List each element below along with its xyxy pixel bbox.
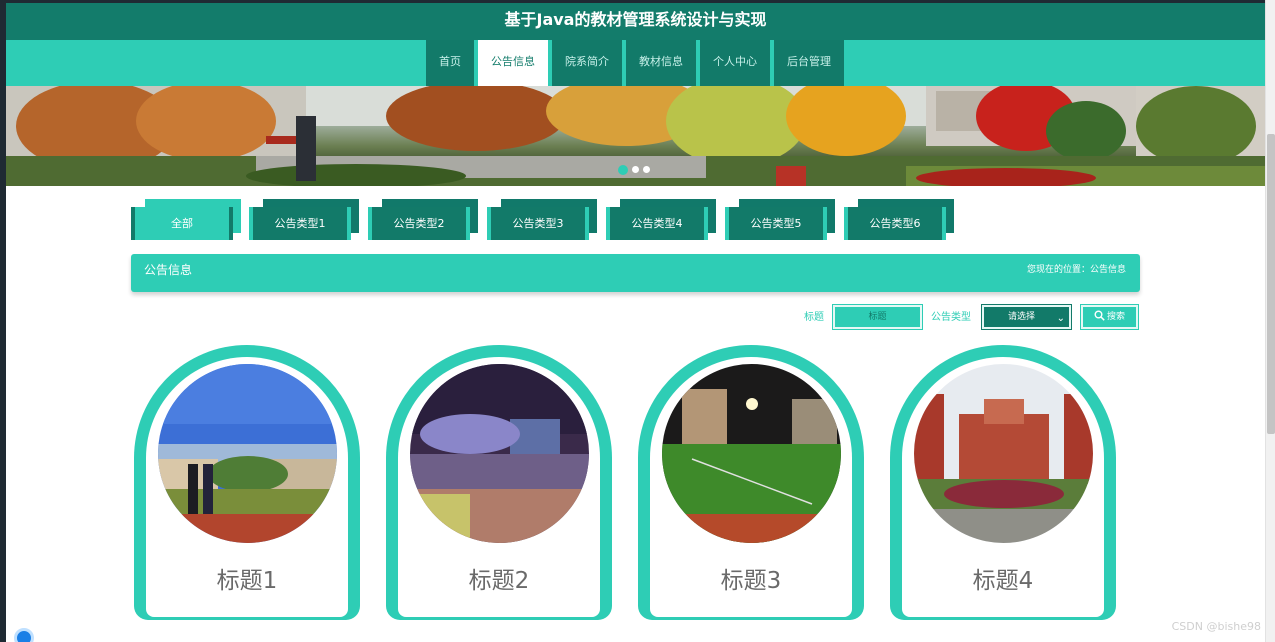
card-title: 标题3 (720, 568, 782, 594)
card-title: 标题2 (468, 568, 530, 594)
search-button[interactable]: 搜索 (1080, 304, 1139, 330)
search-row: 标题 标题 公告类型 请选择 ⌄ 搜索 (0, 304, 1140, 330)
nav-bar: 首页 公告信息 院系简介 教材信息 个人中心 后台管理 (6, 40, 1265, 86)
title-search-input[interactable]: 标题 (832, 304, 923, 330)
nav-item-admin[interactable]: 后台管理 (774, 40, 844, 86)
type-select[interactable]: 请选择 ⌄ (981, 304, 1072, 330)
card-title: 标题4 (972, 568, 1034, 594)
category-tab-type2[interactable]: 公告类型2 (368, 199, 478, 241)
category-tabs: 全部 公告类型1 公告类型2 公告类型3 公告类型4 公告类型5 公告类型6 (131, 199, 991, 244)
scrollbar[interactable] (1265, 0, 1275, 642)
carousel-dot-2[interactable] (632, 166, 639, 173)
carousel-dot-1[interactable] (618, 165, 628, 175)
carousel-dot-3[interactable] (643, 166, 650, 173)
category-tab-label: 公告类型5 (750, 217, 802, 230)
page: 基于Java的教材管理系统设计与实现 首页 公告信息 院系简介 教材信息 个人中… (0, 0, 1275, 642)
scrollbar-thumb[interactable] (1267, 134, 1275, 434)
nav-item-textbooks[interactable]: 教材信息 (626, 40, 696, 86)
card-image (158, 364, 337, 543)
search-button-label: 搜索 (1106, 312, 1125, 322)
section-title-bar: 公告信息 您现在的位置：公告信息 (131, 254, 1140, 292)
category-tab-type6[interactable]: 公告类型6 (844, 199, 954, 241)
card-image (914, 364, 1093, 543)
type-filter-label: 公告类型 (931, 312, 971, 323)
category-tab-label: 全部 (171, 217, 193, 230)
category-tab-type1[interactable]: 公告类型1 (249, 199, 359, 241)
nav-item-announcements[interactable]: 公告信息 (478, 40, 548, 86)
title-filter-label: 标题 (804, 312, 824, 323)
floating-dot-icon[interactable] (14, 628, 34, 642)
category-tab-label: 公告类型6 (869, 217, 921, 230)
category-tab-type4[interactable]: 公告类型4 (606, 199, 716, 241)
card-title: 标题1 (216, 568, 278, 594)
site-title: 基于Java的教材管理系统设计与实现 (504, 10, 767, 29)
main-nav: 首页 公告信息 院系简介 教材信息 个人中心 后台管理 (426, 40, 848, 86)
card-image (662, 364, 841, 543)
category-tab-label: 公告类型3 (512, 217, 564, 230)
chevron-down-icon: ⌄ (1056, 313, 1065, 324)
breadcrumb: 您现在的位置：公告信息 (1026, 265, 1126, 275)
category-tab-label: 公告类型2 (393, 217, 445, 230)
nav-item-profile[interactable]: 个人中心 (700, 40, 770, 86)
banner-carousel[interactable] (6, 86, 1265, 186)
announcement-card[interactable]: 标题2 (386, 345, 612, 620)
section-title: 公告信息 (144, 263, 193, 277)
category-tab-all[interactable]: 全部 (131, 199, 241, 241)
search-icon (1094, 310, 1105, 321)
announcement-card[interactable]: 标题3 (638, 345, 864, 620)
type-select-value: 请选择 (1008, 312, 1036, 322)
header-title-bar: 基于Java的教材管理系统设计与实现 (6, 3, 1265, 40)
announcement-cards: 标题1 标题2 标题3 标题4 (134, 345, 1124, 620)
announcement-card[interactable]: 标题1 (134, 345, 360, 620)
category-tab-type5[interactable]: 公告类型5 (725, 199, 835, 241)
carousel-dots (618, 165, 650, 175)
nav-item-home[interactable]: 首页 (426, 40, 474, 86)
announcement-card[interactable]: 标题4 (890, 345, 1116, 620)
nav-item-departments[interactable]: 院系简介 (552, 40, 622, 86)
watermark: CSDN @bishe98 (1171, 620, 1261, 633)
category-tab-type3[interactable]: 公告类型3 (487, 199, 597, 241)
category-tab-label: 公告类型1 (274, 217, 326, 230)
card-image (410, 364, 589, 543)
category-tab-label: 公告类型4 (631, 217, 683, 230)
